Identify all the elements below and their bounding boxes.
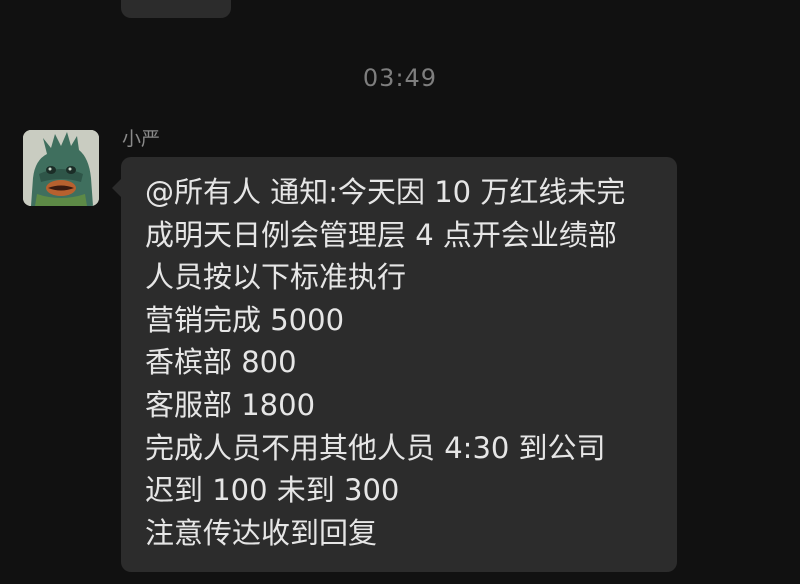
message-line: @所有人 通知:今天因 10 万红线未完 — [145, 175, 626, 209]
avatar[interactable] — [23, 130, 99, 206]
message-line: 注意传达收到回复 — [145, 515, 378, 550]
green-masked-monster-avatar-icon — [23, 130, 99, 206]
sender-name: 小严 — [122, 128, 161, 150]
message-text: @所有人 通知:今天因 10 万红线未完 成明天日例会管理层 4 点开会业绩部 … — [145, 171, 667, 554]
message-line: 营销完成 5000 — [145, 302, 345, 337]
message-line: 客服部 1800 — [145, 387, 316, 422]
message-line: 人员按以下标准执行 — [145, 260, 407, 295]
message-line: 完成人员不用其他人员 4:30 到公司 — [145, 430, 606, 465]
message-bubble[interactable]: @所有人 通知:今天因 10 万红线未完 成明天日例会管理层 4 点开会业绩部 … — [112, 157, 677, 572]
previous-message-bubble[interactable] — [121, 0, 231, 18]
message-timestamp: 03:49 — [362, 64, 438, 92]
message-line: 迟到 100 未到 300 — [145, 473, 400, 508]
message-line: 成明天日例会管理层 4 点开会业绩部 — [145, 217, 617, 252]
message-line: 香槟部 800 — [145, 345, 297, 380]
